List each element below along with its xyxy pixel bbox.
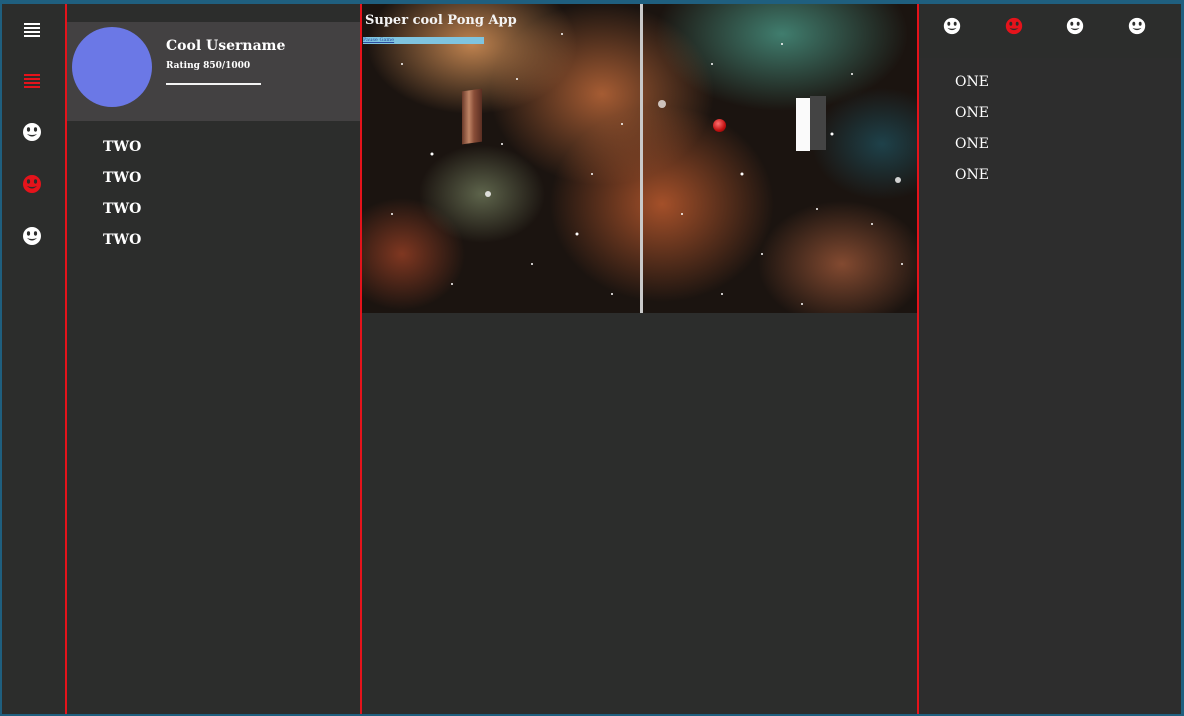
smiley-icon[interactable] (1004, 16, 1024, 36)
divider (166, 83, 261, 85)
smiley-icon[interactable] (21, 121, 43, 143)
smiley-icon[interactable] (21, 225, 43, 247)
right-paddle (796, 98, 810, 151)
profile-panel: Cool Username Rating 850/1000 TWO TWO TW… (67, 4, 362, 714)
smiley-icon[interactable] (1127, 16, 1147, 36)
list-item[interactable]: ONE (955, 135, 989, 166)
smiley-icon[interactable] (1065, 16, 1085, 36)
pause-game-button[interactable]: Pause Game (363, 37, 484, 44)
list-item[interactable]: ONE (955, 104, 989, 135)
center-line (640, 4, 643, 313)
list-item[interactable]: TWO (103, 230, 141, 261)
menu-icon[interactable] (21, 69, 43, 91)
list-item[interactable]: TWO (103, 199, 141, 230)
rating: Rating 850/1000 (166, 61, 251, 71)
smiley-icon[interactable] (21, 173, 43, 195)
right-paddle-side (810, 96, 826, 150)
profile-card: Cool Username Rating 850/1000 (67, 22, 360, 121)
left-list: TWO TWO TWO TWO (103, 137, 141, 261)
icon-rail (2, 4, 67, 714)
right-list: ONE ONE ONE ONE (955, 73, 989, 197)
game-area: Super cool Pong App Pause Game (362, 4, 919, 714)
game-title: Super cool Pong App (365, 13, 517, 28)
app-window: Cool Username Rating 850/1000 TWO TWO TW… (2, 4, 1181, 714)
left-paddle (462, 88, 482, 145)
menu-icon[interactable] (21, 18, 43, 40)
right-panel: ONE ONE ONE ONE (919, 4, 1181, 714)
list-item[interactable]: TWO (103, 168, 141, 199)
avatar[interactable] (72, 27, 152, 107)
pong-canvas[interactable]: Super cool Pong App Pause Game (362, 4, 917, 313)
smiley-icon[interactable] (942, 16, 962, 36)
ball (713, 119, 726, 132)
list-item[interactable]: ONE (955, 73, 989, 104)
list-item[interactable]: TWO (103, 137, 141, 168)
username: Cool Username (166, 38, 286, 54)
list-item[interactable]: ONE (955, 166, 989, 197)
tab-bar (919, 4, 1181, 58)
